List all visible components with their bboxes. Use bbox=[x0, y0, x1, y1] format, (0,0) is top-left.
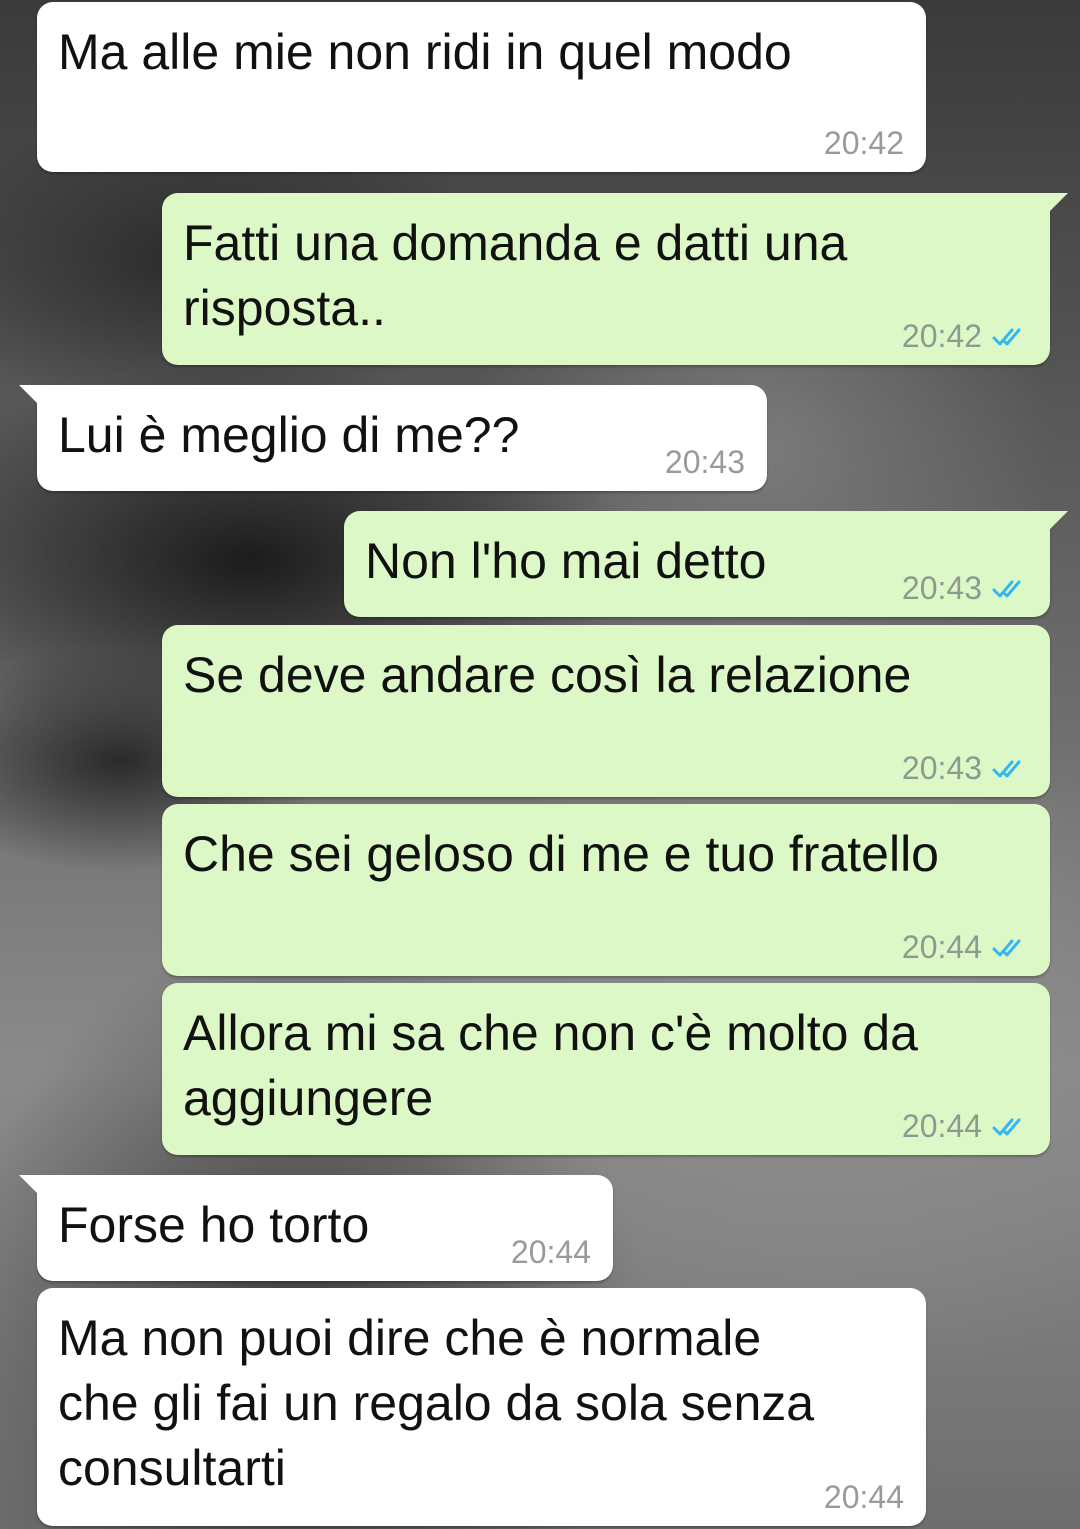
message-text: Che sei geloso di me e tuo fratello bbox=[183, 826, 939, 882]
message-text: Ma non puoi dire che è normale che gli f… bbox=[58, 1310, 815, 1496]
message-meta: 20:44 bbox=[902, 1108, 1028, 1145]
message-time: 20:43 bbox=[664, 444, 745, 480]
message-bubble-incoming[interactable]: Ma alle mie non ridi in quel modo 20:42 bbox=[37, 2, 926, 172]
message-text: Forse ho torto bbox=[58, 1197, 370, 1253]
message-time: 20:44 bbox=[510, 1234, 591, 1270]
message-time: 20:44 bbox=[901, 929, 982, 965]
message-bubble-outgoing[interactable]: Fatti una domanda e datti una risposta..… bbox=[162, 193, 1068, 365]
message-time: 20:42 bbox=[823, 125, 904, 161]
message-bubble-outgoing[interactable]: Che sei geloso di me e tuo fratello 20:4… bbox=[162, 804, 1050, 976]
message-time: 20:44 bbox=[823, 1479, 904, 1515]
message-bubble-outgoing[interactable]: Non l'ho mai detto 20:43 bbox=[344, 511, 1068, 617]
message-time: 20:44 bbox=[901, 1108, 982, 1144]
message-time: 20:43 bbox=[901, 570, 982, 606]
message-bubble-outgoing[interactable]: Allora mi sa che non c'è molto da aggiun… bbox=[162, 983, 1050, 1155]
message-bubble-incoming[interactable]: Lui è meglio di me?? 20:43 bbox=[19, 385, 767, 491]
message-time: 20:42 bbox=[901, 318, 982, 354]
double-check-icon bbox=[992, 580, 1021, 597]
message-meta: 20:44 bbox=[902, 929, 1028, 966]
message-time: 20:43 bbox=[901, 750, 982, 786]
message-text: Allora mi sa che non c'è molto da aggiun… bbox=[183, 1005, 918, 1126]
message-text: Ma alle mie non ridi in quel modo bbox=[58, 24, 792, 80]
message-text: Fatti una domanda e datti una risposta.. bbox=[183, 215, 848, 336]
double-check-icon bbox=[992, 1118, 1021, 1135]
double-check-icon bbox=[992, 939, 1021, 956]
message-meta: 20:44 bbox=[824, 1479, 904, 1516]
message-meta: 20:42 bbox=[824, 125, 904, 162]
message-meta: 20:43 bbox=[902, 570, 1028, 607]
message-meta: 20:43 bbox=[665, 444, 745, 481]
message-bubble-incoming[interactable]: Forse ho torto 20:44 bbox=[19, 1175, 613, 1281]
double-check-icon bbox=[992, 328, 1021, 345]
message-text: Lui è meglio di me?? bbox=[58, 407, 520, 463]
message-text: Se deve andare così la relazione bbox=[183, 647, 912, 703]
message-bubble-incoming[interactable]: Ma non puoi dire che è normale che gli f… bbox=[37, 1288, 926, 1526]
message-meta: 20:42 bbox=[902, 318, 1028, 355]
message-text: Non l'ho mai detto bbox=[365, 533, 767, 589]
message-bubble-outgoing[interactable]: Se deve andare così la relazione 20:43 bbox=[162, 625, 1050, 797]
message-meta: 20:44 bbox=[511, 1234, 591, 1271]
message-meta: 20:43 bbox=[902, 750, 1028, 787]
double-check-icon bbox=[992, 760, 1021, 777]
